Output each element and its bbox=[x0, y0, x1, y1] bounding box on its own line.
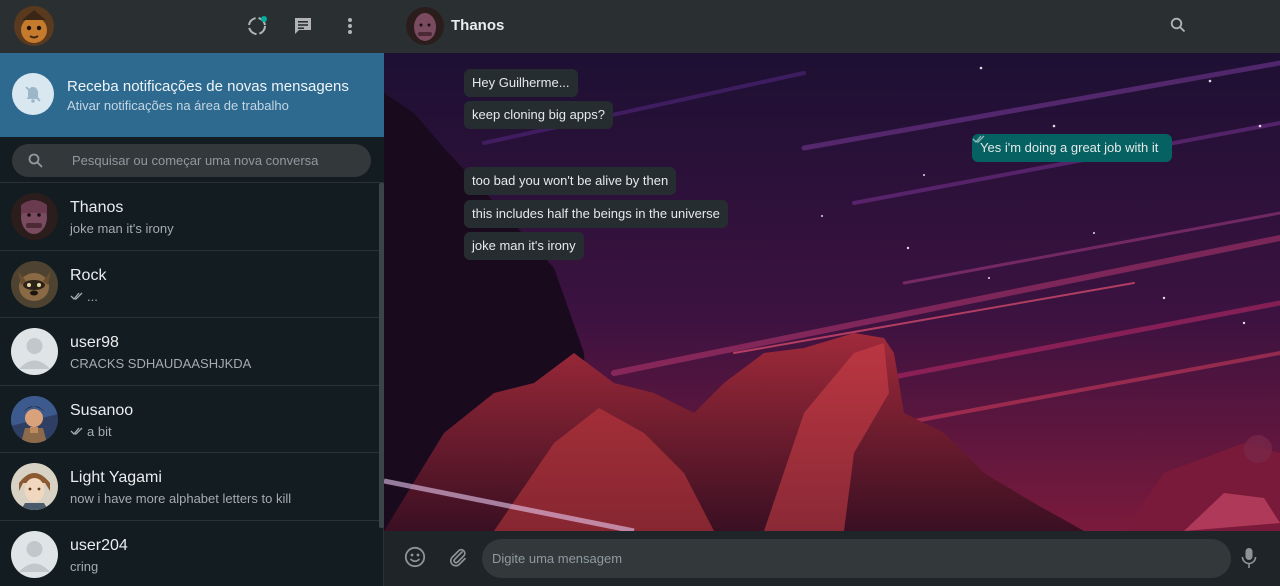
bell-off-icon bbox=[12, 73, 54, 115]
read-receipt-icon bbox=[70, 424, 84, 439]
avatar bbox=[11, 260, 58, 308]
message-outgoing[interactable]: Yes i'm doing a great job with it bbox=[972, 134, 1173, 162]
chat-last-message: ... bbox=[70, 289, 98, 304]
chat-item-light-yagami[interactable]: Light Yagami now i have more alphabet le… bbox=[0, 453, 380, 521]
chat-last-text: a bit bbox=[87, 423, 112, 439]
chat-wallpaper: Hey Guilherme... keep cloning big apps? … bbox=[384, 53, 1280, 531]
chat-last-message: joke man it's irony bbox=[70, 221, 174, 236]
chat-last-text: cring bbox=[70, 558, 99, 574]
message-incoming[interactable]: too bad you won't be alive by then bbox=[464, 167, 677, 195]
contact-avatar[interactable] bbox=[406, 7, 444, 45]
search-bar bbox=[0, 137, 384, 183]
chat-item-susanoo[interactable]: Susanoo a bit bbox=[0, 386, 380, 453]
chat-item-rock[interactable]: Rock ... bbox=[0, 251, 380, 318]
chat-name: Thanos bbox=[70, 199, 124, 216]
message-input[interactable] bbox=[482, 539, 1231, 578]
chat-last-text: ... bbox=[87, 288, 98, 304]
chat-item-thanos[interactable]: Thanos joke man it's irony bbox=[0, 183, 380, 251]
chat-name: user204 bbox=[70, 536, 128, 554]
search-input[interactable] bbox=[72, 144, 362, 177]
chat-last-text: now i have more alphabet letters to kill bbox=[70, 491, 292, 506]
notification-title: Receba notificações de novas mensagens bbox=[67, 78, 349, 95]
message-incoming[interactable]: keep cloning big apps? bbox=[464, 101, 613, 129]
notification-subtitle[interactable]: Ativar notificações na área de trabalho bbox=[67, 98, 289, 113]
search-icon[interactable] bbox=[28, 153, 43, 173]
avatar bbox=[11, 530, 58, 578]
message-incoming[interactable]: joke man it's irony bbox=[464, 232, 584, 260]
conversation-header[interactable]: Thanos bbox=[384, 0, 1280, 53]
chat-list: Thanos joke man it's irony Rock ... user… bbox=[0, 183, 380, 586]
attach-icon[interactable] bbox=[447, 546, 469, 573]
sidebar: Receba notificações de novas mensagens A… bbox=[0, 0, 384, 586]
chat-name: Rock bbox=[70, 266, 107, 284]
chat-last-text: joke man it's irony bbox=[70, 221, 174, 236]
chat-last-message: a bit bbox=[70, 424, 112, 439]
avatar bbox=[11, 395, 58, 443]
chat-name: user98 bbox=[70, 334, 119, 351]
mic-icon[interactable] bbox=[1241, 547, 1257, 574]
my-avatar[interactable] bbox=[14, 6, 54, 46]
chat-item-user204[interactable]: user204 cring bbox=[0, 521, 380, 586]
search-icon[interactable] bbox=[1170, 17, 1186, 38]
avatar bbox=[11, 193, 58, 240]
menu-icon[interactable] bbox=[337, 13, 363, 39]
notification-banner[interactable]: Receba notificações de novas mensagens A… bbox=[0, 53, 384, 137]
chat-last-message: cring bbox=[70, 559, 98, 574]
read-receipt-icon bbox=[70, 289, 84, 304]
status-icon[interactable] bbox=[244, 13, 270, 39]
sidebar-header bbox=[0, 0, 384, 53]
message-incoming[interactable]: Hey Guilherme... bbox=[464, 69, 578, 97]
chat-item-user98[interactable]: user98 CRACKS SDHAUDAASHJKDA bbox=[0, 318, 380, 386]
chat-last-text: CRACKS SDHAUDAASHJKDA bbox=[70, 356, 252, 371]
chat-last-message: CRACKS SDHAUDAASHJKDA bbox=[70, 356, 251, 371]
composer bbox=[384, 531, 1280, 586]
chat-last-message: now i have more alphabet letters to kill bbox=[70, 491, 291, 506]
chat-name: Susanoo bbox=[70, 401, 134, 419]
new-chat-icon[interactable] bbox=[290, 13, 316, 39]
contact-name: Thanos bbox=[451, 17, 505, 34]
avatar bbox=[11, 328, 58, 375]
search-box bbox=[12, 144, 371, 177]
chat-name: Light Yagami bbox=[70, 469, 162, 486]
conversation-panel: Thanos Hey Guilherme... keep cloning big… bbox=[384, 0, 1280, 586]
message-text: Yes i'm doing a great job with it bbox=[980, 140, 1159, 155]
message-incoming[interactable]: this includes half the beings in the uni… bbox=[464, 200, 728, 228]
avatar bbox=[11, 463, 58, 510]
emoji-icon[interactable] bbox=[404, 546, 426, 573]
